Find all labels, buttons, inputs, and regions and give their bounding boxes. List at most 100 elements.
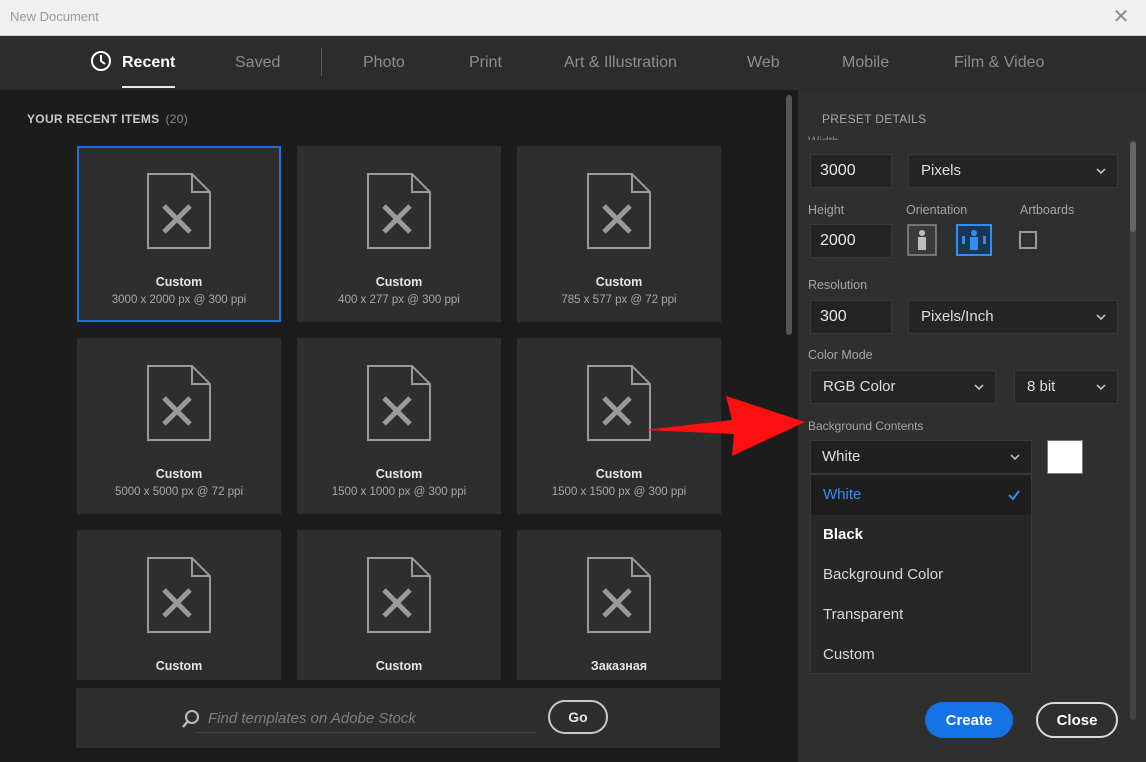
preset-details-header: PRESET DETAILS	[822, 112, 927, 126]
recent-item-name: Custom	[155, 467, 203, 481]
recent-items-panel: YOUR RECENT ITEMS (20) Custom 3000 x 2000 …	[0, 90, 784, 762]
resolution-label: Resolution	[808, 278, 868, 292]
resolution-unit-value: Pixels/Inch	[921, 308, 994, 325]
recent-item-name: Custom	[155, 275, 203, 289]
recent-items-header: YOUR RECENT ITEMS (20)	[27, 112, 188, 126]
color-mode-value: RGB Color	[823, 378, 896, 395]
document-icon	[587, 557, 651, 633]
recent-item-card[interactable]: Custom 400 x 277 px @ 300 ppi	[297, 146, 501, 322]
portrait-orientation-icon[interactable]	[907, 224, 937, 256]
recent-item-card[interactable]: Заказная	[517, 530, 721, 680]
category-tabs: Recent Saved Photo Print Art & Illustrat…	[0, 36, 1146, 90]
search-icon	[182, 710, 199, 728]
dropdown-option-transparent[interactable]: Transparent	[811, 595, 1031, 635]
width-unit-value: Pixels	[921, 162, 962, 179]
preset-details-panel: PRESET DETAILS Width 3000 Pixels Height …	[798, 90, 1146, 762]
close-button[interactable]: Close	[1036, 702, 1118, 738]
height-label: Height	[808, 203, 845, 217]
recent-items-count: (20)	[165, 112, 188, 126]
orientation-label: Orientation	[906, 203, 968, 217]
height-field[interactable]: 2000	[810, 224, 892, 258]
width-label: Width	[808, 134, 839, 140]
background-contents-dropdown: White Black Background Color Transparent…	[810, 474, 1032, 674]
search-underline	[196, 732, 536, 733]
recent-item-name: Заказная	[590, 659, 648, 673]
recent-item-dimensions: 3000 x 2000 px @ 300 ppi	[111, 294, 247, 306]
recent-item-dimensions: 5000 x 5000 px @ 72 ppi	[114, 486, 244, 498]
title-bar: New Document ✕	[0, 0, 1146, 36]
recent-item-name: Custom	[155, 659, 203, 673]
dropdown-option-white[interactable]: White	[811, 475, 1031, 515]
background-color-swatch[interactable]	[1047, 440, 1083, 474]
create-button[interactable]: Create	[925, 702, 1013, 738]
recent-item-name: Custom	[375, 467, 423, 481]
recent-items-scrollbar[interactable]	[786, 95, 792, 335]
tab-print[interactable]: Print	[469, 36, 502, 90]
color-mode-select[interactable]: RGB Color	[810, 370, 996, 404]
background-contents-value: White	[822, 448, 861, 465]
tab-saved[interactable]: Saved	[235, 36, 280, 90]
document-icon	[587, 173, 651, 249]
recent-item-card[interactable]: Custom 3000 x 2000 px @ 300 ppi	[77, 146, 281, 322]
recent-item-name: Custom	[595, 275, 643, 289]
tab-separator	[321, 48, 322, 76]
document-icon	[147, 173, 211, 249]
tab-mobile[interactable]: Mobile	[842, 36, 889, 90]
background-contents-label: Background Contents	[808, 419, 924, 433]
document-icon	[367, 173, 431, 249]
checkmark-icon	[1008, 490, 1020, 501]
recent-items-title: YOUR RECENT ITEMS	[27, 112, 160, 126]
recent-item-dimensions: 785 x 577 px @ 72 ppi	[561, 294, 677, 306]
width-field[interactable]: 3000	[810, 154, 892, 188]
landscape-orientation-icon[interactable]	[956, 224, 992, 256]
background-contents-select[interactable]: White	[810, 440, 1032, 474]
window-title: New Document	[10, 9, 99, 24]
recent-item-card[interactable]: Custom 5000 x 5000 px @ 72 ppi	[77, 338, 281, 514]
document-icon	[367, 557, 431, 633]
recent-item-dimensions: 1500 x 1500 px @ 300 ppi	[551, 486, 687, 498]
artboards-label: Artboards	[1020, 203, 1075, 217]
recent-item-name: Custom	[375, 659, 423, 673]
recent-item-name: Custom	[595, 467, 643, 481]
width-unit-select[interactable]: Pixels	[908, 154, 1118, 188]
stock-search-bar: Go	[76, 688, 720, 748]
preset-scrollbar-thumb[interactable]	[1130, 142, 1136, 232]
dropdown-option-black[interactable]: Black	[811, 515, 1031, 555]
clock-icon	[91, 50, 111, 71]
bit-depth-select[interactable]: 8 bit	[1014, 370, 1118, 404]
recent-item-card[interactable]: Custom 1500 x 1500 px @ 300 ppi	[517, 338, 721, 514]
resolution-field[interactable]: 300	[810, 300, 892, 334]
document-icon	[147, 557, 211, 633]
document-icon	[147, 365, 211, 441]
dropdown-option-custom[interactable]: Custom	[811, 635, 1031, 675]
recent-item-dimensions: 400 x 277 px @ 300 ppi	[338, 294, 460, 306]
go-button[interactable]: Go	[548, 700, 608, 734]
tab-film-video[interactable]: Film & Video	[954, 36, 1044, 90]
recent-item-card[interactable]: Custom	[77, 530, 281, 680]
bit-depth-value: 8 bit	[1027, 378, 1056, 395]
chevron-down-icon	[1096, 314, 1106, 321]
recent-item-card[interactable]: Custom	[297, 530, 501, 680]
window-close-icon[interactable]: ✕	[1110, 6, 1132, 28]
tab-web[interactable]: Web	[747, 36, 780, 90]
chevron-down-icon	[1096, 168, 1106, 175]
artboards-checkbox[interactable]	[1019, 231, 1037, 249]
option-label: White	[823, 486, 862, 503]
recent-item-card[interactable]: Custom 1500 x 1000 px @ 300 ppi	[297, 338, 501, 514]
tab-label: Recent	[122, 54, 176, 71]
chevron-down-icon	[974, 384, 984, 391]
color-mode-label: Color Mode	[808, 348, 873, 362]
tab-art-illustration[interactable]: Art & Illustration	[564, 36, 677, 90]
recent-item-card[interactable]: Custom 785 x 577 px @ 72 ppi	[517, 146, 721, 322]
document-icon	[587, 365, 651, 441]
chevron-down-icon	[1010, 454, 1020, 461]
recent-item-name: Custom	[375, 275, 423, 289]
dropdown-option-background-color[interactable]: Background Color	[811, 555, 1031, 595]
tab-photo[interactable]: Photo	[363, 36, 405, 90]
stock-search-input[interactable]	[208, 705, 528, 731]
chevron-down-icon	[1096, 384, 1106, 391]
document-icon	[367, 365, 431, 441]
recent-item-dimensions: 1500 x 1000 px @ 300 ppi	[331, 486, 467, 498]
tab-recent[interactable]: Recent	[90, 36, 176, 90]
resolution-unit-select[interactable]: Pixels/Inch	[908, 300, 1118, 334]
